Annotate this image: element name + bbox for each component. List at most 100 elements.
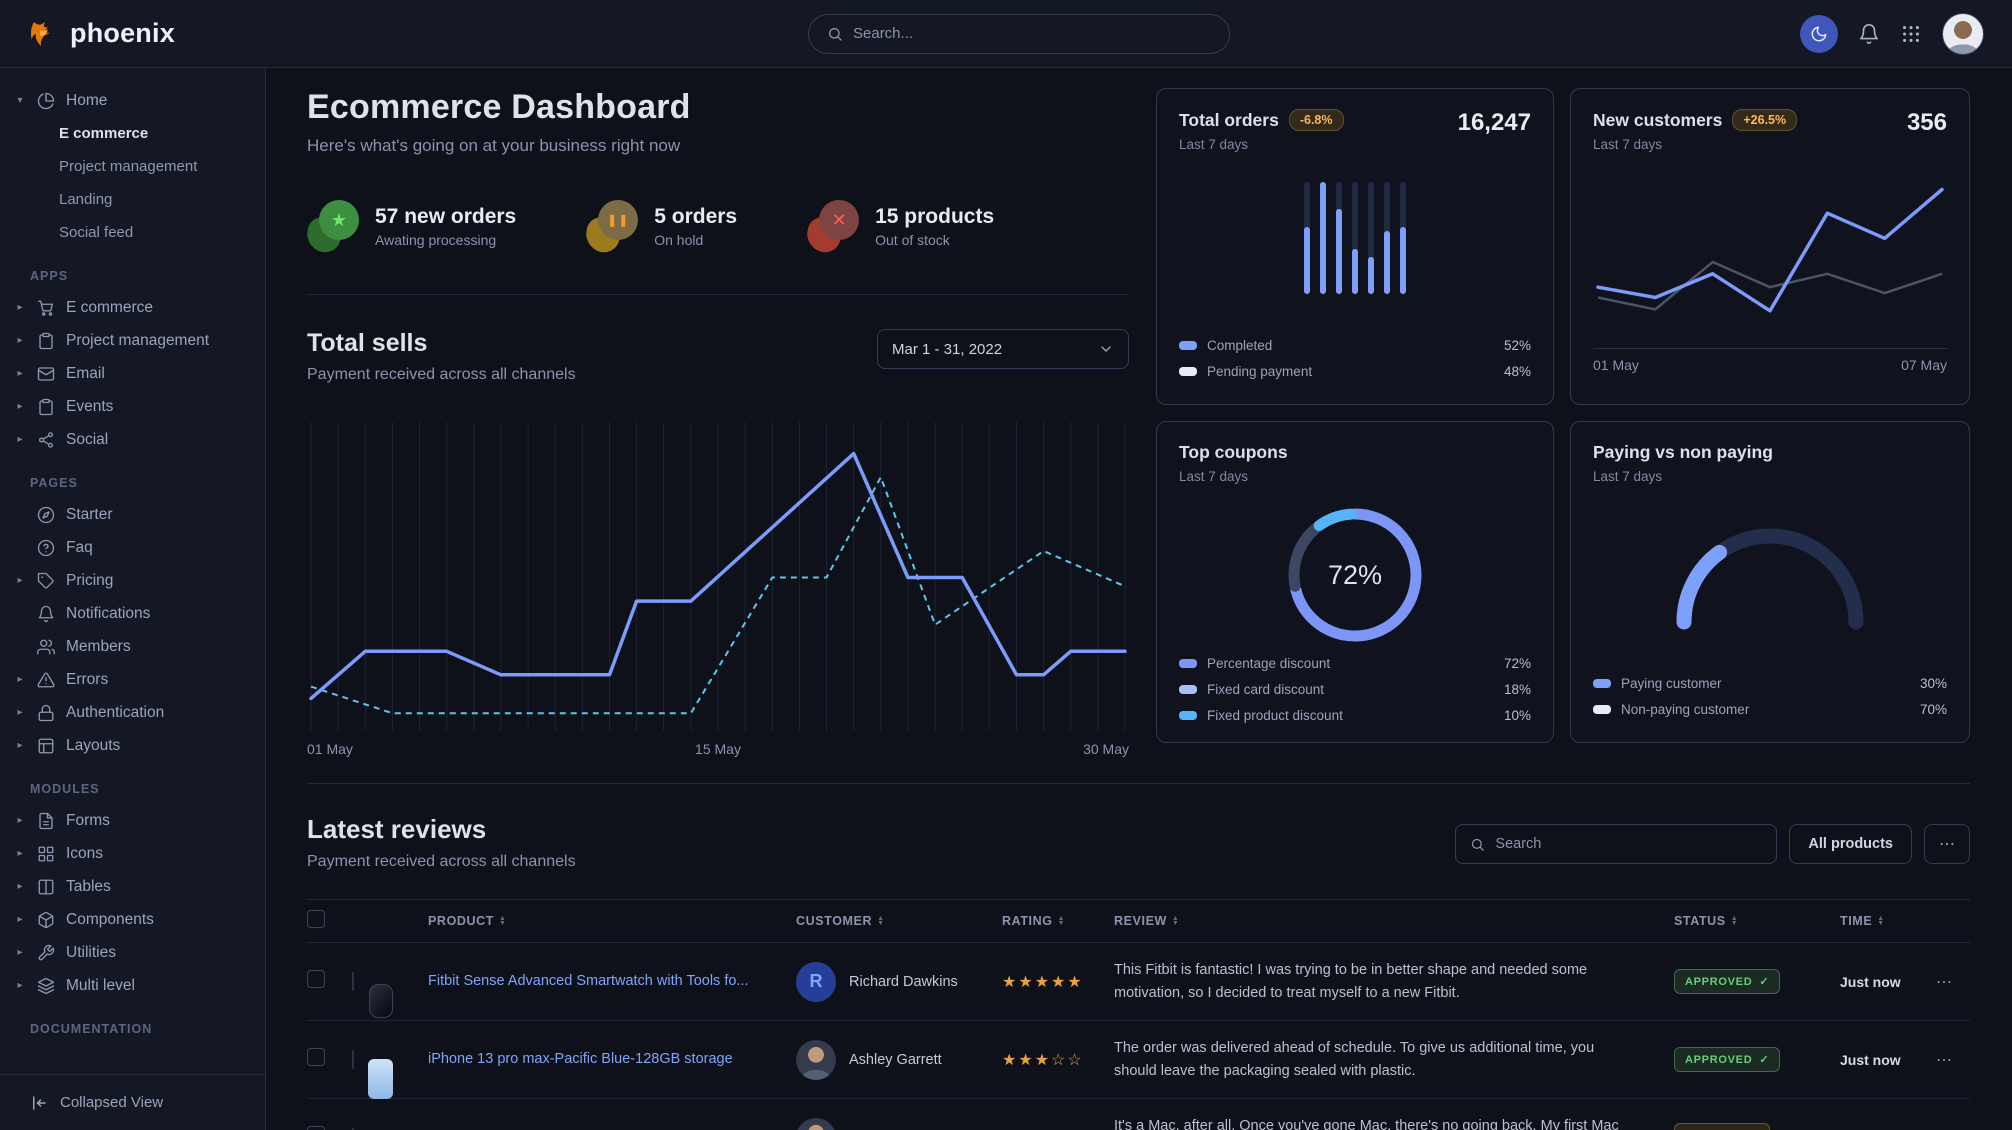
legend-label: Paying customer xyxy=(1621,676,1722,691)
sort-icon[interactable]: ▲▼ xyxy=(1172,916,1180,926)
orders-legend: Completed52%Pending payment48% xyxy=(1179,332,1531,384)
page-title: Ecommerce Dashboard xyxy=(307,88,1129,127)
legend-value: 48% xyxy=(1504,364,1531,379)
sidebar-item-utilities[interactable]: ▸Utilities xyxy=(0,936,265,969)
x-status-icon: ✕ xyxy=(807,200,859,252)
clipboard-icon xyxy=(37,398,55,416)
column-header-review[interactable]: REVIEW▲▼ xyxy=(1114,914,1674,928)
row-more-button[interactable]: ⋯ xyxy=(1936,1050,1952,1070)
pause-status-icon: ❚❚ xyxy=(586,200,638,252)
sidebar-section-label: PAGES xyxy=(0,456,265,498)
sidebar-section-label: DOCUMENTATION xyxy=(0,1002,265,1044)
sort-icon[interactable]: ▲▼ xyxy=(1731,916,1739,926)
nine-dots-icon xyxy=(1900,23,1922,45)
sidebar-subitem-e-commerce[interactable]: E commerce xyxy=(0,117,265,150)
stat-57-new-orders: ★57 new ordersAwating processing xyxy=(307,200,516,252)
column-header-product[interactable]: PRODUCT▲▼ xyxy=(428,914,796,928)
product-link[interactable]: iPhone 13 pro max-Pacific Blue-128GB sto… xyxy=(428,1049,796,1069)
product-thumbnail-fitbit[interactable] xyxy=(352,972,354,991)
column-header-customer[interactable]: CUSTOMER▲▼ xyxy=(796,914,1002,928)
sidebar-item-events[interactable]: ▸Events xyxy=(0,390,265,423)
check-icon: ✓ xyxy=(1759,975,1769,988)
caret-right-icon: ▸ xyxy=(14,740,26,751)
stat-value: 15 products xyxy=(875,205,994,229)
reviews-search-input[interactable] xyxy=(1495,836,1762,852)
sidebar-item-label: Authentication xyxy=(66,704,164,722)
row-checkbox[interactable] xyxy=(307,1048,325,1066)
sidebar-item-tables[interactable]: ▸ Tables xyxy=(0,870,265,903)
search-input[interactable] xyxy=(853,25,1211,42)
sidebar-item-errors[interactable]: ▸Errors xyxy=(0,663,265,696)
product-link[interactable]: Fitbit Sense Advanced Smartwatch with To… xyxy=(428,971,796,991)
user-avatar[interactable] xyxy=(1942,13,1984,55)
sidebar-item-layouts[interactable]: ▸Layouts xyxy=(0,729,265,762)
legend-swatch xyxy=(1179,341,1197,350)
sidebar-subitem-landing[interactable]: Landing xyxy=(0,183,265,216)
sidebar-item-starter[interactable]: Starter xyxy=(0,498,265,531)
sidebar-item-label: Events xyxy=(66,398,113,416)
card-title: Total orders xyxy=(1179,110,1279,131)
sort-icon[interactable]: ▲▼ xyxy=(1877,916,1885,926)
brand-logo[interactable]: phoenix xyxy=(28,18,175,50)
all-products-button[interactable]: All products xyxy=(1789,824,1912,864)
column-header-status[interactable]: STATUS▲▼ xyxy=(1674,914,1840,928)
caret-right-icon: ▸ xyxy=(14,881,26,892)
sidebar-item-authentication[interactable]: ▸Authentication xyxy=(0,696,265,729)
change-badge: +26.5% xyxy=(1732,109,1797,131)
date-range-select[interactable]: Mar 1 - 31, 2022 xyxy=(877,329,1129,369)
global-search[interactable] xyxy=(808,14,1230,54)
sidebar-item-components[interactable]: ▸Components xyxy=(0,903,265,936)
sidebar-subitem-project-management[interactable]: Project management xyxy=(0,150,265,183)
select-all-checkbox[interactable] xyxy=(307,910,325,928)
sidebar-item-email[interactable]: ▸Email xyxy=(0,357,265,390)
sidebar-item-label: Email xyxy=(66,365,105,383)
wrench-icon xyxy=(37,944,55,962)
sidebar-section-label: APPS xyxy=(0,249,265,291)
reviews-search[interactable] xyxy=(1455,824,1777,864)
stat-value: 5 orders xyxy=(654,205,737,229)
sidebar-item-faq[interactable]: Faq xyxy=(0,531,265,564)
sidebar-item-label: Utilities xyxy=(66,944,116,962)
sidebar-item-members[interactable]: Members xyxy=(0,630,265,663)
legend-value: 52% xyxy=(1504,338,1531,353)
caret-right-icon: ▸ xyxy=(14,848,26,859)
paying-gauge-chart xyxy=(1655,510,1885,638)
cart-icon xyxy=(37,299,55,317)
card-subtitle: Last 7 days xyxy=(1179,469,1288,484)
sidebar-item-label: Tables xyxy=(66,878,111,896)
legend-value: 30% xyxy=(1920,676,1947,691)
search-icon xyxy=(827,26,843,42)
theme-toggle-button[interactable] xyxy=(1800,15,1838,53)
product-thumbnail-iphone[interactable] xyxy=(352,1050,354,1069)
legend-swatch xyxy=(1179,685,1197,694)
row-checkbox[interactable] xyxy=(307,970,325,988)
sort-icon[interactable]: ▲▼ xyxy=(499,916,507,926)
sort-icon[interactable]: ▲▼ xyxy=(1058,916,1066,926)
star-status-icon: ★ xyxy=(307,200,359,252)
row-checkbox[interactable] xyxy=(307,1126,325,1130)
notifications-button[interactable] xyxy=(1858,23,1880,45)
stats-row: ★57 new ordersAwating processing ❚❚ 5 orde… xyxy=(307,200,1129,252)
caret-right-icon: ▸ xyxy=(14,815,26,826)
sidebar-item-project-management[interactable]: ▸Project management xyxy=(0,324,265,357)
layout-icon xyxy=(37,737,55,755)
sidebar-item-icons[interactable]: ▸Icons xyxy=(0,837,265,870)
collapse-view-button[interactable]: Collapsed View xyxy=(0,1074,265,1130)
total-sells-title: Total sells xyxy=(307,329,576,358)
sidebar-item-forms[interactable]: ▸Forms xyxy=(0,804,265,837)
sidebar-item-notifications[interactable]: Notifications xyxy=(0,597,265,630)
sort-icon[interactable]: ▲▼ xyxy=(877,916,885,926)
column-header-time[interactable]: TIME▲▼ xyxy=(1840,914,1936,928)
reviews-more-button[interactable]: ⋯ xyxy=(1924,824,1970,864)
sidebar-item-e-commerce[interactable]: ▸E commerce xyxy=(0,291,265,324)
sidebar-item-multi-level[interactable]: ▸Multi level xyxy=(0,969,265,1002)
apps-grid-button[interactable] xyxy=(1900,23,1922,45)
sidebar-item-social[interactable]: ▸Social xyxy=(0,423,265,456)
review-text: It's a Mac, after all. Once you've gone … xyxy=(1114,1115,1674,1130)
sidebar-item-pricing[interactable]: ▸Pricing xyxy=(0,564,265,597)
sidebar-section-label: MODULES xyxy=(0,762,265,804)
column-header-rating[interactable]: RATING▲▼ xyxy=(1002,914,1114,928)
row-more-button[interactable]: ⋯ xyxy=(1936,972,1952,992)
sidebar-item-home[interactable]: ▾Home xyxy=(0,84,265,117)
sidebar-subitem-social-feed[interactable]: Social feed xyxy=(0,216,265,249)
